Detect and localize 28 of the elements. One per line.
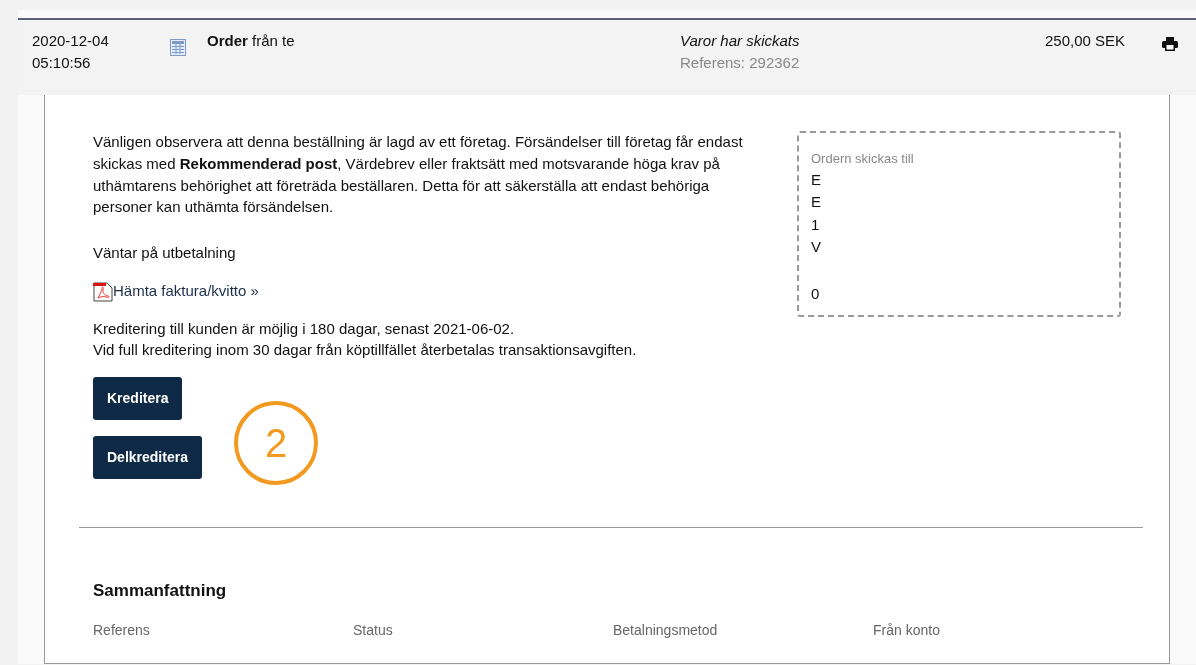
payment-status: Väntar på utbetalning: [93, 243, 237, 263]
order-date: 2020-12-04: [32, 31, 110, 51]
order-time: 05:10:56: [32, 52, 92, 73]
column-header: Referens: [93, 620, 151, 640]
spreadsheet-icon: [170, 38, 186, 56]
print-icon[interactable]: [1162, 37, 1178, 52]
order-reference: Referens: 292362: [680, 52, 801, 73]
notice-text: Vänligen observera att denna beställning är lagd av ett företag. Försändelser till företag får endast skickas med Rekommenderad post, Värdebrev eller fraktsätt med motsvarande höga krav på uthämtarens behörighet att företräda beställaren. Detta för att säkerställa att endast behöriga personer kan uthämta försändelsen.: [93, 132, 744, 218]
order-amount: 250,00 SEK: [1045, 32, 1126, 49]
invoice-link[interactable]: Hämta faktura/kvitto »: [113, 279, 259, 302]
credit-button[interactable]: Delkreditera: [93, 436, 202, 479]
credit-button[interactable]: Kreditera: [93, 377, 183, 420]
annotation-marker: 2: [234, 401, 318, 485]
order-status: Varor har skickats: [680, 31, 801, 51]
order-title: Order från te: [207, 32, 295, 49]
shipping-label: Ordern skickas till: [811, 150, 915, 168]
credit-info-text: Vid full kreditering inom 30 dagar från köptillfället återbetalas transaktionsavgiften.: [93, 340, 638, 361]
address-line: E: [811, 169, 822, 190]
column-header: Status: [353, 620, 394, 640]
credit-info-text: Kreditering till kunden är möjlig i 180 dagar, senast 2021-06-02.: [93, 318, 516, 339]
pdf-icon: [93, 281, 113, 302]
address-line: 1: [811, 214, 821, 235]
address-line: V: [811, 237, 822, 257]
column-header: Från konto: [873, 620, 941, 640]
phone-number: 0: [811, 283, 821, 304]
column-header: Betalningsmetod: [613, 620, 719, 640]
summary-title: Sammanfattning: [93, 580, 228, 602]
address-line: E: [811, 192, 822, 212]
